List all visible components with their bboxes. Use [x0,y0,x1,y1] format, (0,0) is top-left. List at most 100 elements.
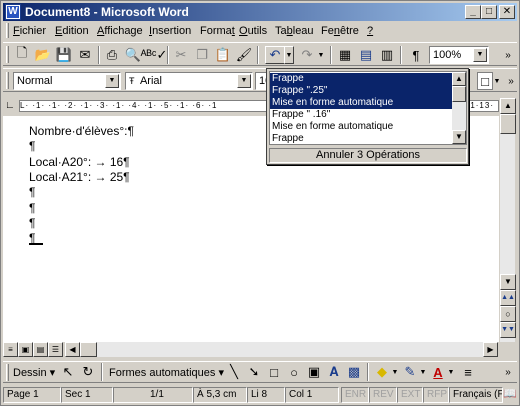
menu-tableau[interactable]: Tableau [275,25,314,37]
browse-object-icon[interactable]: ○ [500,306,516,322]
tab-selector-icon[interactable]: ∟ [5,100,17,112]
hscroll-thumb[interactable] [80,342,97,357]
more-drawing-buttons-icon[interactable]: » [499,363,517,381]
format-painter-icon[interactable]: 🖌 [235,46,253,64]
document-line[interactable]: Local·A20°: → 16¶ [29,155,130,169]
maximize-button[interactable]: □ [481,5,497,19]
menu-fichier[interactable]: Fichier [13,25,46,37]
line-color-icon[interactable]: ✎ [401,363,419,381]
save-icon[interactable]: 💾 [55,46,73,64]
menu-insertion[interactable]: Insertion [149,25,191,37]
document-line[interactable]: ¶ [29,201,35,215]
fill-color-arrow-icon[interactable]: ▼ [391,363,399,381]
email-icon[interactable]: ✉ [76,46,94,64]
undo-scroll-thumb[interactable] [452,86,466,102]
horizontal-scroll-track[interactable] [97,342,483,357]
free-rotate-icon[interactable]: ↻ [79,363,97,381]
redo-dropdown-arrow-icon[interactable]: ▼ [316,46,326,64]
style-arrow-icon[interactable]: ▼ [105,74,119,88]
document-line[interactable]: ¶ [29,216,35,230]
menu-help[interactable]: ? [367,25,373,37]
page-view-icon[interactable]: ▤ [33,342,48,357]
previous-page-icon[interactable]: ▲▲ [500,290,516,306]
menu-outils[interactable]: Outils [239,25,267,37]
line-color-arrow-icon[interactable]: ▼ [419,363,427,381]
word-app-icon[interactable]: W [5,4,21,20]
scroll-up-icon[interactable]: ▲ [500,98,516,114]
menu-affichage[interactable]: Affichage [97,25,143,37]
rectangle-icon[interactable]: □ [265,363,283,381]
style-select[interactable]: Normal ▼ [13,72,121,90]
show-hide-icon[interactable]: ¶ [407,46,425,64]
zoom-select[interactable]: 100% ▼ [429,46,489,64]
status-record-macro[interactable]: ENR [341,387,369,403]
scroll-down-icon[interactable]: ▼ [500,274,516,290]
line-icon[interactable]: ╲ [225,363,243,381]
columns-icon[interactable]: ▥ [378,46,396,64]
oval-icon[interactable]: ○ [285,363,303,381]
menubar-grip[interactable] [6,23,9,38]
clipart-icon[interactable]: ▩ [345,363,363,381]
zoom-arrow-icon[interactable]: ▼ [473,48,487,62]
undo-list[interactable]: Frappe Frappe ".25" Mise en forme automati… [269,71,467,145]
menu-format[interactable]: Format [200,25,235,37]
border-arrow-icon[interactable]: ▼ [493,72,501,90]
document-line[interactable]: Nombre·d'élèves°:¶ [29,124,134,138]
menu-edition[interactable]: Edition [55,25,89,37]
font-select[interactable]: Ŧ Arial ▼ [125,72,253,90]
open-icon[interactable]: 📂 [34,46,52,64]
autoshapes-menu-button[interactable]: Formes automatiques ▾ [109,366,224,379]
copy-icon[interactable]: ❐ [193,46,211,64]
textbox-icon[interactable]: ▣ [305,363,323,381]
scroll-thumb[interactable] [500,114,516,134]
document-line[interactable]: Local·A21°: → 25¶ [29,170,130,184]
insert-table-icon[interactable]: ▤ [357,46,375,64]
scroll-right-icon[interactable]: ▶ [483,342,498,357]
line-style-icon[interactable]: ≡ [459,363,477,381]
select-objects-icon[interactable]: ↖ [59,363,77,381]
font-color-arrow-icon[interactable]: ▼ [447,363,455,381]
redo-icon[interactable]: ↷ [298,46,316,64]
tables-borders-icon[interactable]: ▦ [336,46,354,64]
close-button[interactable]: ✕ [499,5,515,19]
border-icon[interactable]: □ [477,72,493,90]
paste-icon[interactable]: 📋 [214,46,232,64]
undo-list-scrollbar[interactable]: ▲ ▼ [452,72,466,144]
undo-item[interactable]: Mise en forme automatique [270,121,454,133]
web-view-icon[interactable]: ▣ [18,342,33,357]
spelling-status-icon[interactable]: 📖 [503,387,517,403]
status-language[interactable]: Français (F [449,387,503,403]
document-line[interactable]: ¶ [29,139,35,153]
scroll-left-icon[interactable]: ◀ [65,342,80,357]
undo-scroll-up-icon[interactable]: ▲ [452,72,466,86]
minimize-button[interactable]: _ [465,5,481,19]
title-bar[interactable]: W Document8 - Microsoft Word _ □ ✕ [3,3,517,21]
menu-fenetre[interactable]: Fenêtre [321,25,359,37]
normal-view-icon[interactable]: ≡ [3,342,18,357]
undo-scroll-down-icon[interactable]: ▼ [452,130,466,144]
toolbar-grip[interactable] [6,72,9,89]
document-line[interactable]: ¶ [29,185,35,199]
status-extend-selection[interactable]: EXT [397,387,423,403]
more-buttons-icon[interactable]: » [499,46,517,64]
cut-icon[interactable]: ✂ [172,46,190,64]
status-track-changes[interactable]: REV [369,387,397,403]
spelling-icon[interactable]: ᴬᴮᶜ✓ [141,46,168,64]
undo-item[interactable]: Frappe " .16" [270,109,454,121]
next-page-icon[interactable]: ▼▼ [500,322,516,338]
more-format-buttons-icon[interactable]: » [502,72,520,90]
print-icon[interactable]: ⎙ [103,46,121,64]
vertical-scrollbar[interactable]: ▲ ▼ ▲▲ ○ ▼▼ [499,98,516,342]
undo-item[interactable]: Frappe ".25" [270,85,454,97]
font-color-icon[interactable]: A [429,363,447,381]
font-arrow-icon[interactable]: ▼ [237,74,251,88]
undo-item[interactable]: Frappe [270,133,454,144]
undo-dropdown-arrow-icon[interactable]: ▼ [284,46,294,64]
fill-color-icon[interactable]: ◆ [373,363,391,381]
undo-item[interactable]: Mise en forme automatique [270,97,454,109]
new-document-icon[interactable]: 🗋 [13,45,31,64]
status-overtype[interactable]: RFP [423,387,449,403]
arrow-icon[interactable]: ➘ [245,363,263,381]
toolbar-grip[interactable] [6,364,9,381]
undo-icon[interactable]: ↶ [265,46,285,64]
